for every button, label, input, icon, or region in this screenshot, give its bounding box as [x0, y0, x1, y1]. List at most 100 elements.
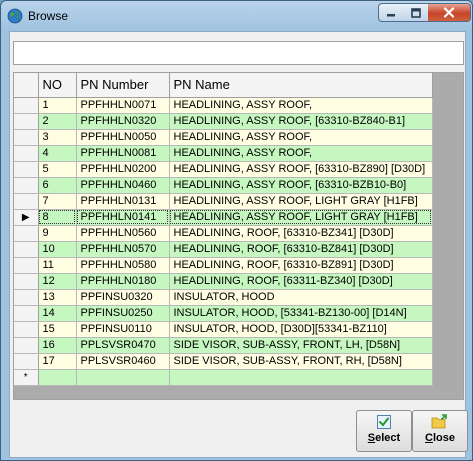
cell-pn-name[interactable]: INSULATOR, HOOD, [D30D][53341-BZ110]	[169, 321, 433, 338]
table-row[interactable]: 7 PPFHHLN0131 HEADLINING, ASSY ROOF, LIGHT…	[14, 193, 433, 210]
cell-pn-name[interactable]: HEADLINING, ASSY ROOF, [63310-BZ840-B1]	[169, 113, 433, 130]
maximize-button[interactable]	[403, 3, 429, 22]
column-header-pn-number[interactable]: PN Number	[76, 73, 170, 98]
cell-pn-name[interactable]: SIDE VISOR, SUB-ASSY, FRONT, LH, [D58N]	[169, 337, 433, 354]
cell-pn-name[interactable]: HEADLINING, ROOF, [63310-BZ841] [D30D]	[169, 241, 433, 258]
cell-pn-name[interactable]: HEADLINING, ASSY ROOF, [63310-BZB10-B0]	[169, 177, 433, 194]
cell-no[interactable]: 7	[38, 193, 77, 210]
table-row[interactable]: 4 PPFHHLN0081 HEADLINING, ASSY ROOF,	[14, 145, 433, 162]
cell-pn-name[interactable]: HEADLINING, ASSY ROOF, LIGHT GRAY [H1FB]	[169, 193, 433, 210]
new-row-cell[interactable]	[38, 369, 77, 386]
table-row[interactable]: 3 PPFHHLN0050 HEADLINING, ASSY ROOF,	[14, 129, 433, 146]
table-row[interactable]: 11 PPFHHLN0580 HEADLINING, ROOF, [63310-BZ…	[14, 257, 433, 274]
cell-no[interactable]: 8	[38, 209, 77, 226]
cell-pn-number[interactable]: PPFHHLN0050	[76, 129, 170, 146]
cell-pn-number[interactable]: PPFINSU0320	[76, 289, 170, 306]
cell-pn-name[interactable]: INSULATOR, HOOD, [53341-BZ130-00] [D14N]	[169, 305, 433, 322]
row-selector[interactable]	[14, 177, 39, 194]
cell-pn-name[interactable]: HEADLINING, ASSY ROOF,	[169, 97, 433, 114]
cell-no[interactable]: 14	[38, 305, 77, 322]
table-row[interactable]: 12 PPFHHLN0180 HEADLINING, ROOF, [63311-BZ…	[14, 273, 433, 290]
table-row[interactable]: ▶ 8 PPFHHLN0141 HEADLINING, ASSY ROOF, LIGH…	[14, 209, 433, 226]
cell-pn-number[interactable]: PPFHHLN0141	[76, 209, 170, 226]
row-selector[interactable]	[14, 129, 39, 146]
table-row[interactable]: 6 PPFHHLN0460 HEADLINING, ASSY ROOF, [6331…	[14, 177, 433, 194]
cell-no[interactable]: 13	[38, 289, 77, 306]
cell-no[interactable]: 9	[38, 225, 77, 242]
cell-pn-number[interactable]: PPFHHLN0570	[76, 241, 170, 258]
new-row-cell[interactable]	[76, 369, 170, 386]
cell-no[interactable]: 1	[38, 97, 77, 114]
cell-no[interactable]: 3	[38, 129, 77, 146]
cell-no[interactable]: 16	[38, 337, 77, 354]
close-window-button[interactable]	[428, 3, 471, 22]
cell-no[interactable]: 10	[38, 241, 77, 258]
cell-pn-number[interactable]: PPFHHLN0180	[76, 273, 170, 290]
table-row[interactable]: 17 PPLSVSR0460 SIDE VISOR, SUB-ASSY, FRONT…	[14, 353, 433, 370]
cell-pn-number[interactable]: PPFHHLN0131	[76, 193, 170, 210]
cell-no[interactable]: 5	[38, 161, 77, 178]
cell-no[interactable]: 17	[38, 353, 77, 370]
cell-pn-number[interactable]: PPLSVSR0470	[76, 337, 170, 354]
table-row[interactable]: 1 PPFHHLN0071 HEADLINING, ASSY ROOF,	[14, 97, 433, 114]
new-row[interactable]: *	[14, 369, 433, 386]
cell-pn-number[interactable]: PPLSVSR0460	[76, 353, 170, 370]
current-row-indicator[interactable]: ▶	[14, 209, 39, 226]
row-selector[interactable]	[14, 257, 39, 274]
new-row-cell[interactable]	[169, 369, 433, 386]
cell-pn-number[interactable]: PPFHHLN0580	[76, 257, 170, 274]
cell-pn-name[interactable]: HEADLINING, ASSY ROOF, [63310-BZ890] [D3…	[169, 161, 433, 178]
cell-no[interactable]: 12	[38, 273, 77, 290]
row-selector[interactable]	[14, 225, 39, 242]
cell-no[interactable]: 2	[38, 113, 77, 130]
table-row[interactable]: 13 PPFINSU0320 INSULATOR, HOOD	[14, 289, 433, 306]
column-header-pn-name[interactable]: PN Name	[169, 73, 433, 98]
cell-pn-number[interactable]: PPFHHLN0200	[76, 161, 170, 178]
cell-pn-number[interactable]: PPFHHLN0081	[76, 145, 170, 162]
title-bar[interactable]: Browse	[1, 1, 472, 31]
cell-no[interactable]: 11	[38, 257, 77, 274]
row-selector[interactable]	[14, 241, 39, 258]
cell-pn-name[interactable]: HEADLINING, ASSY ROOF, LIGHT GRAY [H1FB]	[169, 209, 433, 226]
row-selector[interactable]	[14, 337, 39, 354]
cell-pn-name[interactable]: HEADLINING, ASSY ROOF,	[169, 129, 433, 146]
minimize-button[interactable]	[378, 3, 404, 22]
table-row[interactable]: 5 PPFHHLN0200 HEADLINING, ASSY ROOF, [6331…	[14, 161, 433, 178]
cell-pn-name[interactable]: HEADLINING, ROOF, [63311-BZ340] [D30D]	[169, 273, 433, 290]
table-row[interactable]: 2 PPFHHLN0320 HEADLINING, ASSY ROOF, [6331…	[14, 113, 433, 130]
row-selector[interactable]	[14, 161, 39, 178]
table-row[interactable]: 16 PPLSVSR0470 SIDE VISOR, SUB-ASSY, FRONT…	[14, 337, 433, 354]
cell-pn-name[interactable]: HEADLINING, ASSY ROOF,	[169, 145, 433, 162]
cell-pn-name[interactable]: HEADLINING, ROOF, [63310-BZ891] [D30D]	[169, 257, 433, 274]
close-button[interactable]: Close	[412, 410, 468, 452]
row-selector[interactable]	[14, 97, 39, 114]
table-row[interactable]: 15 PPFINSU0110 INSULATOR, HOOD, [D30D][533…	[14, 321, 433, 338]
row-selector[interactable]	[14, 321, 39, 338]
cell-pn-number[interactable]: PPFINSU0110	[76, 321, 170, 338]
cell-pn-number[interactable]: PPFHHLN0071	[76, 97, 170, 114]
cell-pn-number[interactable]: PPFHHLN0560	[76, 225, 170, 242]
cell-pn-name[interactable]: SIDE VISOR, SUB-ASSY, FRONT, RH, [D58N]	[169, 353, 433, 370]
row-selector[interactable]	[14, 289, 39, 306]
row-selector[interactable]	[14, 145, 39, 162]
new-row-indicator[interactable]: *	[14, 369, 39, 386]
row-selector[interactable]	[14, 273, 39, 290]
row-selector[interactable]	[14, 305, 39, 322]
row-selector[interactable]	[14, 113, 39, 130]
table-row[interactable]: 10 PPFHHLN0570 HEADLINING, ROOF, [63310-BZ…	[14, 241, 433, 258]
search-input[interactable]	[13, 41, 464, 65]
select-button[interactable]: Select	[356, 410, 412, 452]
cell-no[interactable]: 4	[38, 145, 77, 162]
row-selector[interactable]	[14, 353, 39, 370]
cell-pn-number[interactable]: PPFHHLN0460	[76, 177, 170, 194]
cell-pn-number[interactable]: PPFINSU0250	[76, 305, 170, 322]
cell-no[interactable]: 15	[38, 321, 77, 338]
row-selector[interactable]	[14, 193, 39, 210]
cell-pn-number[interactable]: PPFHHLN0320	[76, 113, 170, 130]
table-row[interactable]: 9 PPFHHLN0560 HEADLINING, ROOF, [63310-BZ3…	[14, 225, 433, 242]
cell-no[interactable]: 6	[38, 177, 77, 194]
table-row[interactable]: 14 PPFINSU0250 INSULATOR, HOOD, [53341-BZ1…	[14, 305, 433, 322]
cell-pn-name[interactable]: HEADLINING, ROOF, [63310-BZ341] [D30D]	[169, 225, 433, 242]
column-header-no[interactable]: NO	[38, 73, 77, 98]
parts-grid[interactable]: NO PN Number PN Name 1 PPFHHLN0071 HEADLIN…	[13, 72, 464, 400]
